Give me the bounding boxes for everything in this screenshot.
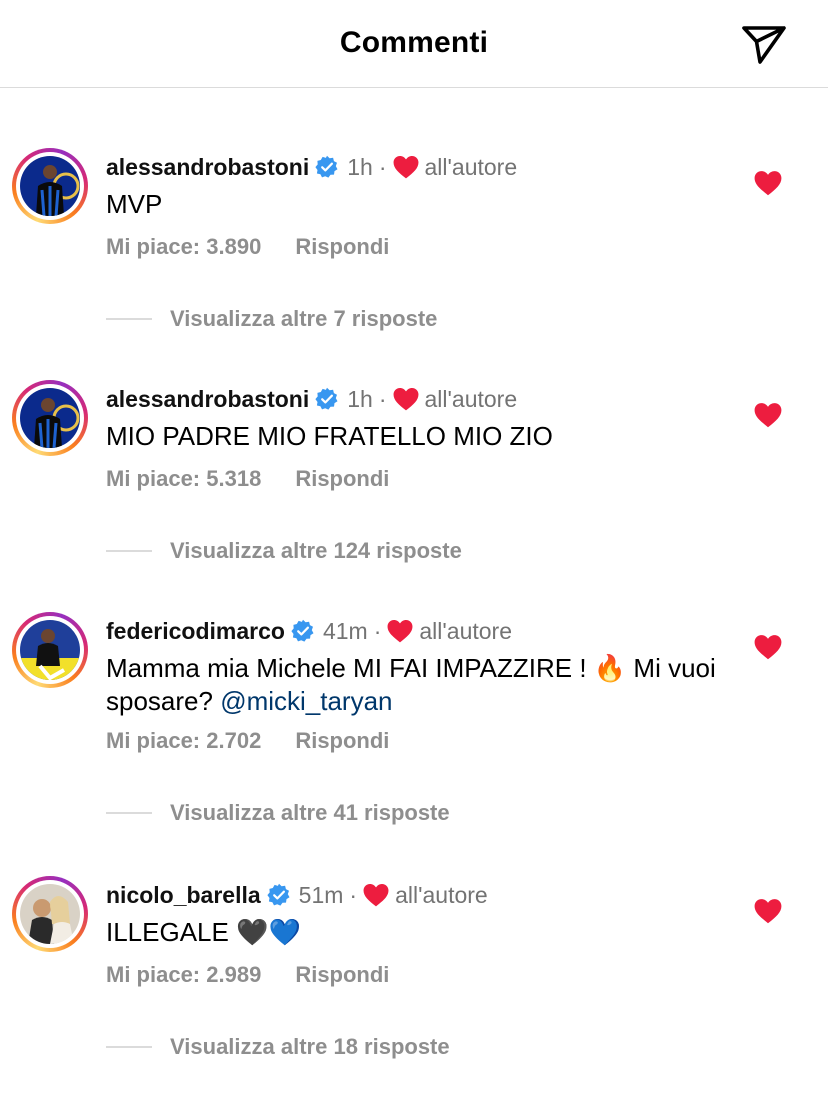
comment-item: nicolo_barella 51m · all'autore ILLEGALE… [0, 866, 828, 1098]
comment-text-part: Mamma mia Michele MI FAI IMPAZZIRE ! [106, 653, 594, 683]
liked-by-author-label: all'autore [424, 385, 518, 412]
comment-header: federicodimarco 41m · all'autore [106, 614, 512, 648]
verified-badge-icon [267, 883, 291, 907]
username[interactable]: nicolo_barella [106, 882, 261, 909]
comment-time: 1h [347, 385, 373, 412]
comment-actions: Mi piace: 2.989 Rispondi [106, 962, 389, 988]
like-heart-icon[interactable] [754, 402, 782, 428]
view-replies-button[interactable]: Visualizza altre 7 risposte [106, 306, 437, 332]
comment-header: alessandrobastoni 1h · all'autore [106, 382, 517, 416]
comment-time: 41m [322, 617, 368, 644]
view-replies-label: Visualizza altre 7 risposte [170, 306, 438, 331]
like-count[interactable]: Mi piace: 5.318 [106, 466, 261, 492]
like-count[interactable]: Mi piace: 2.989 [106, 962, 261, 988]
verified-badge-icon [315, 387, 339, 411]
comment-header: alessandrobastoni 1h · all'autore [106, 150, 517, 184]
separator-dot: · [349, 881, 358, 908]
replies-divider [106, 318, 152, 320]
reply-button[interactable]: Rispondi [295, 962, 389, 988]
liked-by-author-heart-icon [387, 619, 413, 643]
view-replies-button[interactable]: Visualizza altre 124 risposte [106, 538, 462, 564]
page-title: Commenti [339, 26, 489, 59]
like-heart-icon[interactable] [754, 898, 782, 924]
separator-dot: · [378, 153, 387, 180]
username[interactable]: alessandrobastoni [106, 154, 309, 181]
replies-divider [106, 550, 152, 552]
view-replies-button[interactable]: Visualizza altre 41 risposte [106, 800, 450, 826]
paper-plane-icon[interactable] [740, 22, 788, 66]
view-replies-label: Visualizza altre 124 risposte [170, 538, 462, 563]
avatar[interactable] [12, 876, 88, 952]
comments-header: Commenti [0, 0, 828, 88]
view-replies-button[interactable]: Visualizza altre 18 risposte [106, 1034, 450, 1060]
like-count[interactable]: Mi piace: 2.702 [106, 728, 261, 754]
comment-time: 1h [347, 153, 373, 180]
liked-by-author-label: all'autore [395, 881, 488, 908]
liked-by-author-label: all'autore [419, 617, 512, 644]
comment-text: Mamma mia Michele MI FAI IMPAZZIRE ! 🔥 M… [106, 652, 726, 717]
reply-button[interactable]: Rispondi [295, 234, 389, 260]
mention-link[interactable]: @micki_taryan [220, 686, 392, 716]
avatar[interactable] [12, 380, 88, 456]
like-count[interactable]: Mi piace: 3.890 [106, 234, 261, 260]
fire-emoji: 🔥 [593, 654, 627, 684]
comment-item: alessandrobastoni 1h · all'autore MIO PA… [0, 370, 828, 602]
like-heart-icon[interactable] [754, 634, 782, 660]
comment-header: nicolo_barella 51m · all'autore [106, 878, 488, 912]
view-replies-label: Visualizza altre 41 risposte [170, 800, 450, 825]
replies-divider [106, 812, 152, 814]
comment-item: alessandrobastoni 1h · all'autore MVP Mi… [0, 138, 828, 370]
comment-actions: Mi piace: 2.702 Rispondi [106, 728, 389, 754]
username[interactable]: federicodimarco [106, 618, 285, 645]
comment-text: MIO PADRE MIO FRATELLO MIO ZIO [106, 421, 553, 451]
verified-badge-icon [291, 619, 315, 643]
liked-by-author-heart-icon [363, 883, 389, 907]
separator-dot: · [378, 385, 387, 412]
comment-text: MVP [106, 189, 163, 219]
replies-divider [106, 1046, 152, 1048]
hearts-emoji: 🖤💙 [236, 918, 301, 948]
avatar[interactable] [12, 612, 88, 688]
separator-dot: · [373, 617, 382, 644]
avatar[interactable] [12, 148, 88, 224]
comment-text: ILLEGALE 🖤💙 [106, 916, 726, 949]
username[interactable]: alessandrobastoni [106, 386, 309, 413]
liked-by-author-heart-icon [393, 155, 419, 179]
comment-item: federicodimarco 41m · all'autore Mamma m… [0, 602, 828, 834]
comment-time: 51m [298, 881, 344, 908]
liked-by-author-heart-icon [393, 387, 419, 411]
view-replies-label: Visualizza altre 18 risposte [170, 1034, 450, 1059]
like-heart-icon[interactable] [754, 170, 782, 196]
reply-button[interactable]: Rispondi [295, 466, 389, 492]
reply-button[interactable]: Rispondi [295, 728, 389, 754]
comment-actions: Mi piace: 5.318 Rispondi [106, 466, 389, 492]
verified-badge-icon [315, 155, 339, 179]
liked-by-author-label: all'autore [424, 153, 518, 180]
comment-text-part: ILLEGALE [106, 917, 237, 947]
comment-actions: Mi piace: 3.890 Rispondi [106, 234, 389, 260]
